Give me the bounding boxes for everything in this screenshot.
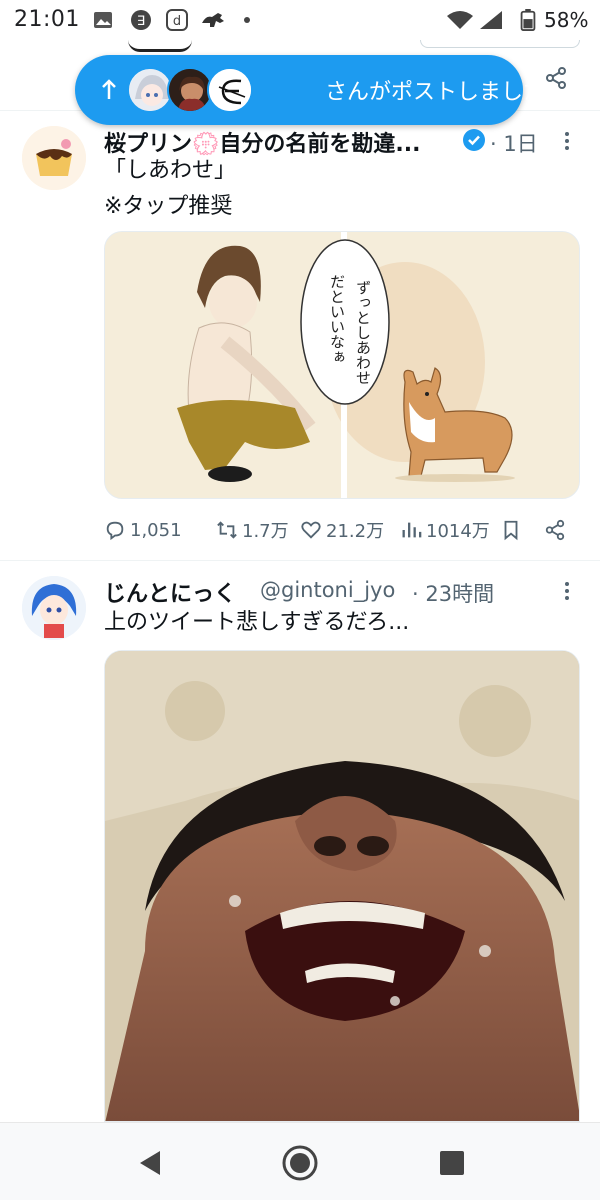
bookmark-icon xyxy=(504,520,518,541)
status-time: 21:01 xyxy=(14,7,80,32)
gallery-icon xyxy=(94,12,112,28)
tweet-media-photo[interactable] xyxy=(104,650,580,1122)
back-icon[interactable] xyxy=(130,1143,170,1183)
share-icon[interactable] xyxy=(544,66,568,90)
reply-icon xyxy=(106,521,124,541)
comic-illustration: ずっとしあわせ だといいなぁ xyxy=(105,232,579,498)
post-time[interactable]: · 23時間 xyxy=(412,578,494,608)
avatar xyxy=(207,67,253,113)
tweet-text-line: 上のツイート悲しすぎるだろ... xyxy=(104,610,410,635)
post-time[interactable]: · 1日 xyxy=(490,128,538,158)
repost-count: 1.7万 xyxy=(242,521,289,542)
reply-button[interactable]: 1,051 xyxy=(104,515,182,545)
repost-button[interactable]: 1.7万 xyxy=(216,515,289,545)
svg-text:d: d xyxy=(173,14,181,29)
d-app-icon: d xyxy=(166,9,188,31)
views-button[interactable]: 1014万 xyxy=(400,515,490,545)
signal-icon xyxy=(480,11,502,29)
home-icon[interactable] xyxy=(280,1143,320,1183)
horse-icon xyxy=(202,13,224,27)
new-posts-pill[interactable]: さんがポストしました xyxy=(75,55,545,125)
notification-dot xyxy=(244,17,250,23)
share-icon xyxy=(545,519,565,541)
author-name[interactable]: 桜プリン💮自分の名前を勘違... xyxy=(104,126,420,158)
svg-text:∃: ∃ xyxy=(137,14,145,29)
battery-icon xyxy=(520,9,536,31)
android-nav-bar xyxy=(0,1122,600,1200)
like-count: 21.2万 xyxy=(326,521,385,542)
divider xyxy=(0,560,600,561)
tweet-actions: 1,051 1.7万 21.2万 1014万 xyxy=(104,515,580,545)
views-count: 1014万 xyxy=(426,521,490,542)
previous-card-edge xyxy=(420,40,580,48)
share-button[interactable] xyxy=(544,515,570,545)
like-button[interactable]: 21.2万 xyxy=(300,515,384,545)
more-options-icon[interactable] xyxy=(556,580,578,602)
bookmark-button[interactable] xyxy=(500,515,526,545)
comic-bubble-line: ずっとしあわせ xyxy=(354,280,372,385)
author-name[interactable]: じんとにっく xyxy=(104,576,236,608)
recents-icon[interactable] xyxy=(432,1143,472,1183)
heart-icon xyxy=(301,521,321,539)
wifi-icon xyxy=(447,11,473,29)
tweet-text-line: ※タップ推奨 xyxy=(104,194,233,219)
reply-count: 1,051 xyxy=(130,519,182,541)
verified-badge-icon xyxy=(463,129,485,151)
tweet-text-line: 「しあわせ」 xyxy=(104,158,237,183)
author-handle[interactable]: @gintoni_jyo xyxy=(260,578,395,602)
new-posts-text: さんがポストしました xyxy=(325,80,546,105)
e-app-icon: ∃ xyxy=(131,10,151,30)
views-icon xyxy=(402,522,422,538)
previous-media-edge xyxy=(128,40,192,52)
arrow-up-icon xyxy=(102,79,116,99)
tweet-media-comic[interactable]: ずっとしあわせ だといいなぁ xyxy=(104,231,580,499)
battery-percent: 58% xyxy=(544,8,589,32)
avatar[interactable] xyxy=(22,576,86,640)
avatar[interactable] xyxy=(22,126,86,190)
crying-face-photo xyxy=(105,651,579,1121)
more-options-icon[interactable] xyxy=(556,130,578,152)
comic-bubble-line: だといいなぁ xyxy=(328,274,346,364)
status-bar: 21:01 ∃ d 58% xyxy=(0,0,600,40)
repost-icon xyxy=(217,521,237,539)
